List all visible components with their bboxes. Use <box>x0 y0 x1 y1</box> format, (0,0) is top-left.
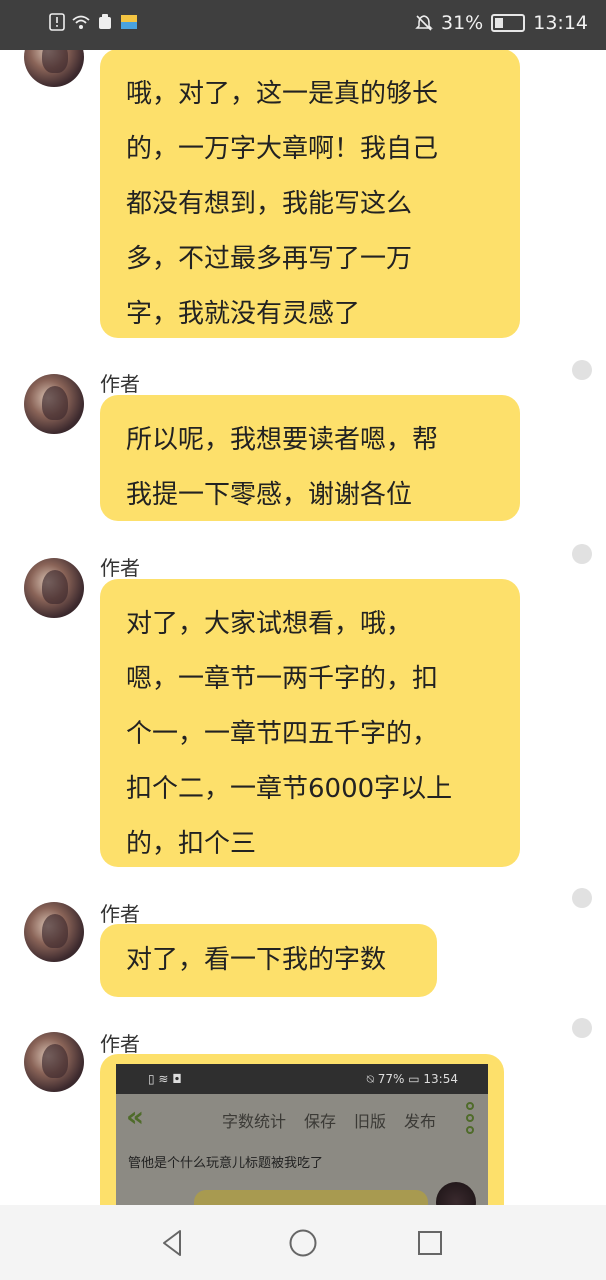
sender-name: 作者 <box>100 1032 140 1056</box>
avatar[interactable] <box>24 374 84 434</box>
screenshot-menu: 字数统计 保存 旧版 发布 <box>222 1108 436 1132</box>
status-dot <box>572 360 592 380</box>
status-dot <box>572 1018 592 1038</box>
screenshot-time: 13:54 <box>423 1072 458 1086</box>
status-dot <box>572 544 592 564</box>
message-line: 个一，一章节四五千字的， <box>126 719 439 749</box>
message-line: 对了，看一下我的字数 <box>126 945 387 975</box>
alert-icon <box>49 13 65 31</box>
message-bubble[interactable]: 哦，对了，这一是真的够长 的，一万字大章啊！我自己 都没有想到，我能写这么 多，… <box>100 50 520 338</box>
message-bubble[interactable]: 所以呢，我想要读者嗯，帮 我提一下零感，谢谢各位 <box>100 395 520 521</box>
message-line: 我提一下零感，谢谢各位 <box>126 480 413 510</box>
screenshot-status-icons: ▯ ≋ ◘ <box>148 1072 182 1086</box>
message-bubble[interactable]: 对了，看一下我的字数 <box>100 924 437 997</box>
screenshot-image[interactable]: ▯ ≋ ◘ ⍉ 77% ▭ 13:54 « 字数统计 保存 旧版 发布 管他是个… <box>116 1064 488 1205</box>
avatar[interactable] <box>24 558 84 618</box>
screenshot-menu-item: 保存 <box>304 1112 337 1131</box>
battery-percent: 31% <box>441 12 484 34</box>
status-bar: 31% 13:14 <box>0 0 606 50</box>
screenshot-menu-item: 字数统计 <box>222 1112 287 1131</box>
notification-icon <box>99 14 111 29</box>
screenshot-mute-icon: ⍉ <box>366 1072 374 1086</box>
message-line: 都没有想到，我能写这么 <box>126 189 413 219</box>
app-icon <box>121 15 137 29</box>
message-line: 扣个二，一章节6000字以上 <box>126 774 453 804</box>
screenshot-bubble <box>194 1190 428 1205</box>
screenshot-back-icon: « <box>126 1100 145 1133</box>
screenshot-toolbar: « 字数统计 保存 旧版 发布 <box>116 1094 488 1138</box>
status-right: 31% 13:14 <box>415 12 588 34</box>
message-line: 哦，对了，这一是真的够长 <box>126 79 439 109</box>
sender-name: 作者 <box>100 372 140 396</box>
home-button[interactable] <box>273 1205 333 1280</box>
message-line: 所以呢，我想要读者嗯，帮 <box>126 425 439 455</box>
back-icon <box>163 1229 181 1256</box>
message-bubble[interactable]: 对了，大家试想看，哦， 嗯，一章节一两千字的，扣 个一，一章节四五千字的， 扣个… <box>100 579 520 867</box>
back-button[interactable] <box>143 1205 203 1280</box>
avatar[interactable] <box>24 50 84 87</box>
status-left-icons <box>48 13 138 31</box>
message-line: 的，扣个三 <box>126 829 257 859</box>
screenshot-menu-item: 旧版 <box>354 1112 387 1131</box>
mute-icon <box>415 15 433 31</box>
home-icon <box>289 1229 317 1256</box>
screenshot-battery: 77% <box>377 1072 405 1086</box>
screenshot-battery-icon: ▭ <box>408 1072 420 1086</box>
message-line: 字，我就没有灵感了 <box>126 299 361 329</box>
wifi-icon <box>72 15 90 29</box>
screenshot-more-icon <box>466 1102 474 1134</box>
chat-list[interactable]: 哦，对了，这一是真的够长 的，一万字大章啊！我自己 都没有想到，我能写这么 多，… <box>0 50 606 1205</box>
sender-name: 作者 <box>100 556 140 580</box>
recents-icon <box>418 1230 442 1255</box>
battery-fill <box>495 18 504 28</box>
screenshot-status-right: ⍉ 77% ▭ 13:54 <box>367 1072 458 1087</box>
message-line: 多，不过最多再写了一万 <box>126 244 413 274</box>
avatar[interactable] <box>24 902 84 962</box>
message-line: 的，一万字大章啊！我自己 <box>126 134 439 164</box>
sender-name: 作者 <box>100 902 140 926</box>
message-line: 嗯，一章节一两千字的，扣 <box>126 664 439 694</box>
screenshot-menu-item: 发布 <box>404 1112 437 1131</box>
screenshot-status-bar: ▯ ≋ ◘ ⍉ 77% ▭ 13:54 <box>116 1064 488 1094</box>
battery-icon <box>491 14 526 32</box>
clock: 13:14 <box>533 12 588 34</box>
status-dot <box>572 888 592 908</box>
screenshot-title: 管他是个什么玩意儿标题被我吃了 <box>128 1156 324 1171</box>
image-message[interactable]: ▯ ≋ ◘ ⍉ 77% ▭ 13:54 « 字数统计 保存 旧版 发布 管他是个… <box>100 1054 504 1205</box>
navigation-bar <box>0 1205 606 1280</box>
avatar[interactable] <box>24 1032 84 1092</box>
message-line: 对了，大家试想看，哦， <box>126 609 413 639</box>
recents-button[interactable] <box>400 1205 460 1280</box>
